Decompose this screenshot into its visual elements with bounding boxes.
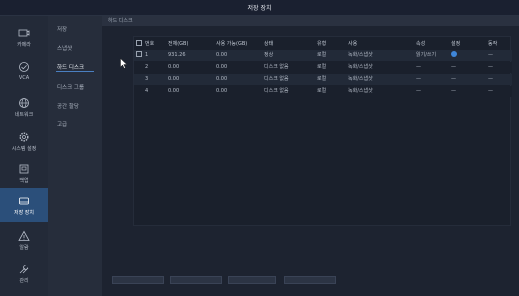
header-total: 전체(GB) — [168, 41, 189, 47]
header-action: 동작 — [488, 41, 498, 47]
select-all-checkbox[interactable] — [136, 39, 142, 50]
cell-type: 로컬 — [317, 88, 327, 94]
header-use: 사용 — [348, 41, 358, 47]
backup-icon — [19, 164, 29, 173]
cell-free: 0.00 — [216, 52, 228, 58]
nav-label: 시스템 설정 — [11, 145, 37, 152]
nav-item-camera[interactable]: 카메라 — [0, 20, 48, 54]
cell-setting: — — [451, 76, 456, 82]
cell-total: 0.00 — [168, 76, 180, 82]
header-no: 번호 — [145, 41, 155, 47]
row-checkbox[interactable] — [136, 50, 142, 61]
cell-use: 녹화/스냅샷 — [348, 88, 373, 94]
cell-action: — — [488, 76, 493, 82]
cell-attr: — — [416, 76, 421, 82]
mouse-cursor-icon — [120, 58, 128, 69]
nav-item-storage[interactable]: 저장 장치 — [0, 188, 48, 222]
tools-icon — [19, 264, 29, 273]
cell-type: 로컬 — [317, 52, 327, 58]
action-button-1[interactable] — [112, 276, 164, 284]
table-row[interactable]: 4 0.00 0.00 디스크 없음 로컬 녹화/스냅샷 — — — — [134, 86, 512, 97]
nav-label: 관리 — [19, 277, 29, 284]
nav-label: 알람 — [19, 244, 29, 251]
table-row[interactable]: 1 931.26 0.00 정상 로컬 녹화/스냅샷 읽기/쓰기 — — [134, 50, 512, 61]
table-row[interactable]: 3 0.00 0.00 디스크 없음 로컬 녹화/스냅샷 — — — — [134, 74, 512, 85]
action-button-4[interactable] — [284, 276, 336, 284]
cell-setting: — — [451, 64, 456, 70]
cell-action: — — [488, 64, 493, 70]
cell-state: 정상 — [264, 52, 274, 58]
cell-total: 931.26 — [168, 52, 186, 58]
cell-free: 0.00 — [216, 88, 228, 94]
header-attr: 속성 — [416, 41, 426, 47]
settings-gear-icon[interactable] — [451, 50, 457, 61]
subnav-item-space-allocation[interactable]: 공간 할당 — [57, 102, 79, 110]
main-nav: 카메라 VCA 네트워크 시스템 설정 백업 저장 장치 알람 관리 — [0, 16, 48, 296]
cell-action[interactable]: — — [488, 50, 493, 61]
active-indicator — [56, 71, 94, 72]
nav-item-backup[interactable]: 백업 — [0, 156, 48, 190]
globe-icon — [19, 97, 29, 108]
nav-item-management[interactable]: 관리 — [0, 256, 48, 290]
nav-label: VCA — [18, 75, 30, 81]
subnav-item-storage[interactable]: 저장 — [57, 25, 67, 33]
cell-no: 1 — [145, 52, 149, 58]
sub-nav: 저장 스냅샷 하드 디스크 디스크 그룹 공간 할당 고급 — [48, 16, 102, 296]
header-state: 상태 — [264, 41, 274, 47]
cell-action: — — [488, 88, 493, 94]
cell-no: 4 — [145, 88, 149, 94]
cell-attr: 읽기/쓰기 — [416, 52, 437, 58]
cell-type: 로컬 — [317, 76, 327, 82]
breadcrumb: 하드 디스크 — [102, 16, 519, 26]
header-setting: 설정 — [451, 41, 461, 47]
window-title: 저장 장치 — [0, 0, 519, 16]
alarm-icon — [18, 230, 30, 241]
storage-icon — [19, 197, 29, 204]
nav-label: 네트워크 — [14, 111, 34, 118]
disk-table: 번호 전체(GB) 사용 가능(GB) 상태 유형 사용 속성 설정 동작 1 … — [133, 36, 512, 226]
table-header: 번호 전체(GB) 사용 가능(GB) 상태 유형 사용 속성 설정 동작 — [134, 39, 512, 50]
cell-use: 녹화/스냅샷 — [348, 64, 373, 70]
subnav-item-disk-group[interactable]: 디스크 그룹 — [57, 83, 84, 91]
camera-icon — [18, 29, 30, 36]
cell-type: 로컬 — [317, 64, 327, 70]
cell-state: 디스크 없음 — [264, 64, 289, 70]
action-button-2[interactable] — [170, 276, 222, 284]
nav-item-alarm[interactable]: 알람 — [0, 223, 48, 257]
cell-free: 0.00 — [216, 76, 228, 82]
subnav-item-snapshot[interactable]: 스냅샷 — [57, 44, 72, 52]
cell-use: 녹화/스냅샷 — [348, 52, 373, 58]
subnav-item-advanced[interactable]: 고급 — [57, 120, 67, 128]
action-button-3[interactable] — [228, 276, 276, 284]
nav-label: 백업 — [19, 177, 29, 184]
vca-icon — [19, 62, 29, 72]
cell-state: 디스크 없음 — [264, 76, 289, 82]
cell-total: 0.00 — [168, 88, 180, 94]
cell-state: 디스크 없음 — [264, 88, 289, 94]
cell-total: 0.00 — [168, 64, 180, 70]
cell-no: 3 — [145, 76, 149, 82]
cell-no: 2 — [145, 64, 149, 70]
nav-item-system-settings[interactable]: 시스템 설정 — [0, 124, 48, 158]
table-row[interactable]: 2 0.00 0.00 디스크 없음 로컬 녹화/스냅샷 — — — — [134, 62, 512, 73]
cell-free: 0.00 — [216, 64, 228, 70]
header-free: 사용 가능(GB) — [216, 41, 248, 47]
nav-item-network[interactable]: 네트워크 — [0, 90, 48, 124]
cell-attr: — — [416, 64, 421, 70]
settings-icon — [19, 132, 29, 141]
nav-item-vca[interactable]: VCA — [0, 54, 48, 88]
cell-setting: — — [451, 88, 456, 94]
nav-label: 저장 장치 — [14, 209, 34, 216]
cell-attr: — — [416, 88, 421, 94]
subnav-item-hard-disk[interactable]: 하드 디스크 — [57, 63, 84, 71]
main-content: 하드 디스크 번호 전체(GB) 사용 가능(GB) 상태 유형 사용 속성 설… — [102, 16, 519, 296]
cell-use: 녹화/스냅샷 — [348, 76, 373, 82]
header-type: 유형 — [317, 41, 327, 47]
nav-label: 카메라 — [17, 41, 31, 48]
